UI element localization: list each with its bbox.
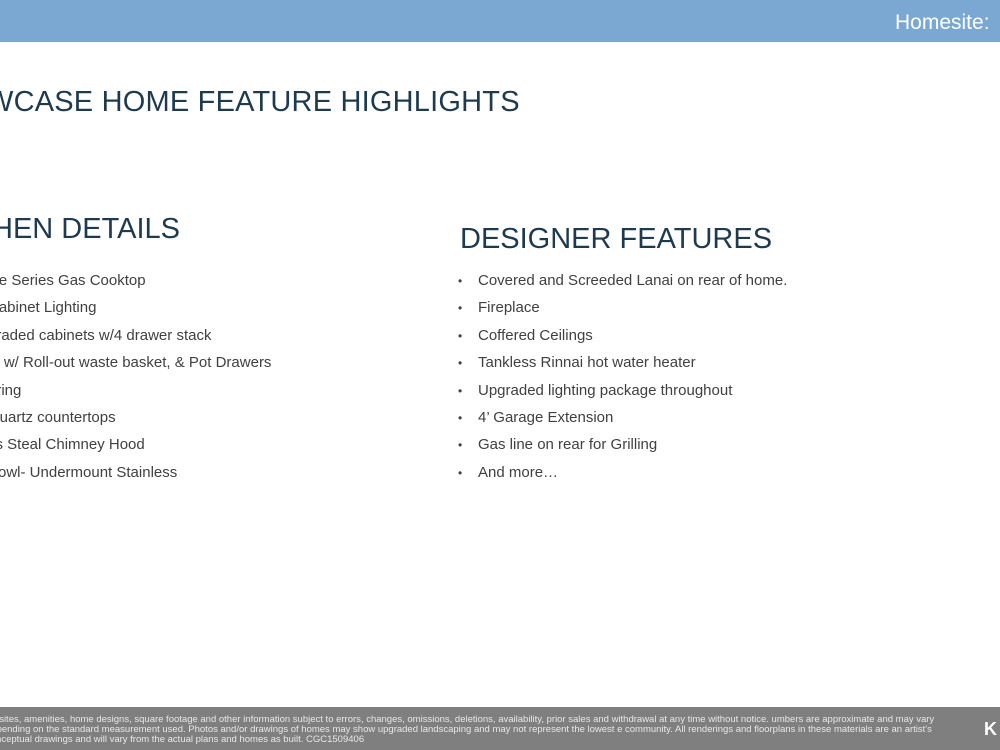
bullet-icon: • [458, 438, 463, 453]
brand-logo: K [984, 719, 997, 739]
list-item: Cabinet Lighting [0, 299, 97, 317]
bullet-icon: • [458, 465, 463, 480]
list-item: • Coffered Ceilings [458, 325, 787, 352]
list-item: ts w/ Roll-out waste basket, & Pot Drawe… [0, 354, 272, 372]
list-item-label: Upgraded lighting package throughout [478, 381, 733, 399]
list-item-label: Fireplace [478, 299, 540, 317]
list-item: • 4’ Garage Extension [458, 407, 787, 434]
list-item: Bowl- Undermount Stainless [0, 463, 178, 481]
list-item: graded cabinets w/4 drawer stack [0, 326, 212, 344]
list-item: • Gas line on rear for Grilling [458, 434, 787, 461]
list-item-label: Covered and Screeded Lanai on rear of ho… [478, 272, 788, 289]
list-item: • And more… [458, 462, 787, 489]
bullet-icon: • [458, 328, 463, 343]
bullet-icon: • [458, 383, 463, 398]
list-item: Quartz countertops [0, 408, 116, 426]
list-item-label: Gas line on rear for Grilling [478, 436, 658, 454]
list-item: oring [0, 381, 22, 399]
list-item: • Upgraded lighting package throughout [458, 380, 787, 407]
designer-features-title: DESIGNER FEATURES [460, 223, 773, 255]
legal-disclaimer: mesites, amenities, home designs, square… [0, 714, 935, 745]
header-bar: Homesite: [0, 0, 1000, 42]
bullet-icon: • [458, 356, 463, 371]
list-item: • Tankless Rinnai hot water heater [458, 352, 787, 379]
list-item-label: 4’ Garage Extension [478, 408, 614, 426]
list-item: ss Steal Chimney Hood [0, 436, 145, 454]
footer-bar: mesites, amenities, home designs, square… [0, 707, 1000, 750]
list-item: • Fireplace [458, 297, 787, 324]
list-item: • Covered and Screeded Lanai on rear of h… [458, 270, 787, 297]
page-title: WCASE HOME FEATURE HIGHLIGHTS [0, 86, 520, 118]
kitchen-details-list: file Series Gas Cooktop Cabinet Lighting… [0, 270, 271, 489]
bullet-icon: • [458, 301, 463, 316]
kitchen-details-title: HEN DETAILS [0, 213, 181, 245]
list-item: file Series Gas Cooktop [0, 272, 146, 289]
bullet-icon: • [458, 410, 463, 425]
bullet-icon: • [458, 274, 463, 288]
list-item-label: And more… [478, 463, 559, 481]
homesite-label: Homesite: [895, 11, 990, 34]
list-item-label: Coffered Ceilings [478, 326, 593, 344]
list-item-label: Tankless Rinnai hot water heater [478, 354, 696, 372]
designer-features-list: • Covered and Screeded Lanai on rear of h… [458, 270, 787, 489]
